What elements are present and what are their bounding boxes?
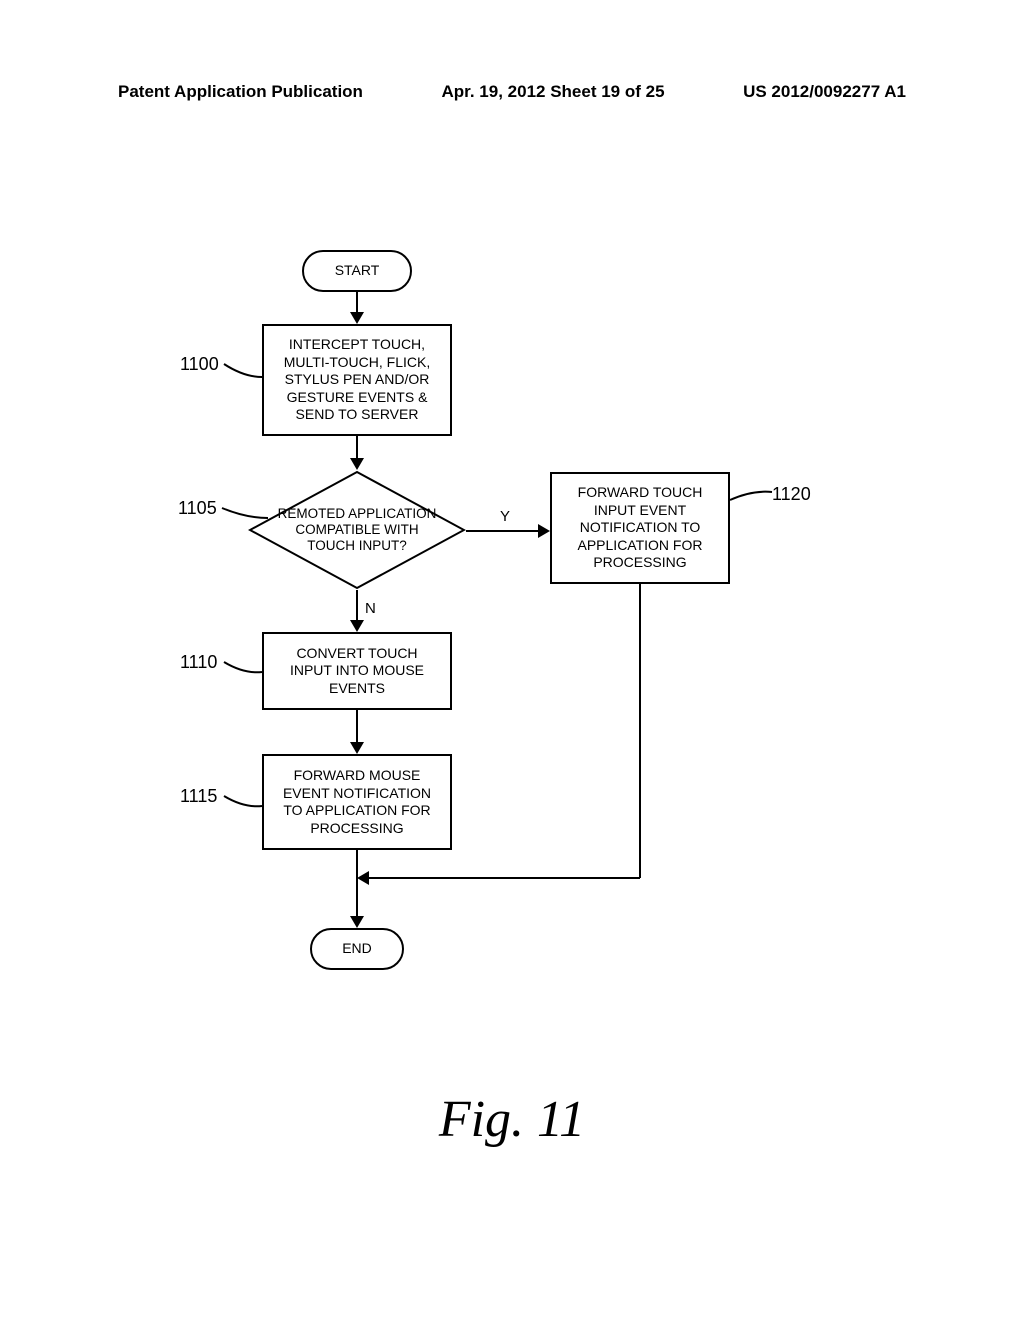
node-decision: REMOTED APPLICATION COMPATIBLE WITH TOUC… [248,470,466,590]
label-1100: 1100 [180,354,219,375]
arrow-start-to-intercept [355,292,359,324]
node-intercept: INTERCEPT TOUCH, MULTI-TOUCH, FLICK, STY… [262,324,452,436]
node-forward-touch-text: FORWARD TOUCH INPUT EVENT NOTIFICATION T… [562,484,718,572]
leader-1120 [730,490,772,504]
figure-caption: Fig. 11 [0,1090,1024,1149]
header-mid: Apr. 19, 2012 Sheet 19 of 25 [442,82,665,102]
label-1120: 1120 [772,484,811,505]
arrow-decision-yes [466,528,550,534]
node-end-text: END [342,940,372,958]
leader-1105 [222,504,270,524]
leader-1110 [224,658,264,676]
node-decision-text: REMOTED APPLICATION COMPATIBLE WITH TOUC… [248,470,466,590]
node-start: START [302,250,412,292]
page-header: Patent Application Publication Apr. 19, … [118,82,906,102]
arrow-forward-touch-to-merge [357,584,647,884]
flowchart: START INTERCEPT TOUCH, MULTI-TOUCH, FLIC… [0,250,1024,1050]
node-forward-touch: FORWARD TOUCH INPUT EVENT NOTIFICATION T… [550,472,730,584]
leader-1115 [224,792,264,810]
leader-1100 [224,359,264,379]
header-right: US 2012/0092277 A1 [743,82,906,102]
label-1110: 1110 [180,652,217,673]
node-end: END [310,928,404,970]
header-left: Patent Application Publication [118,82,363,102]
node-intercept-text: INTERCEPT TOUCH, MULTI-TOUCH, FLICK, STY… [274,336,440,424]
arrow-fwdmouse-to-end [355,850,359,928]
flowlabel-yes: Y [500,508,510,525]
label-1115: 1115 [180,786,217,807]
label-1105: 1105 [178,498,217,519]
arrow-intercept-to-decision [355,436,359,470]
node-start-text: START [335,262,380,280]
